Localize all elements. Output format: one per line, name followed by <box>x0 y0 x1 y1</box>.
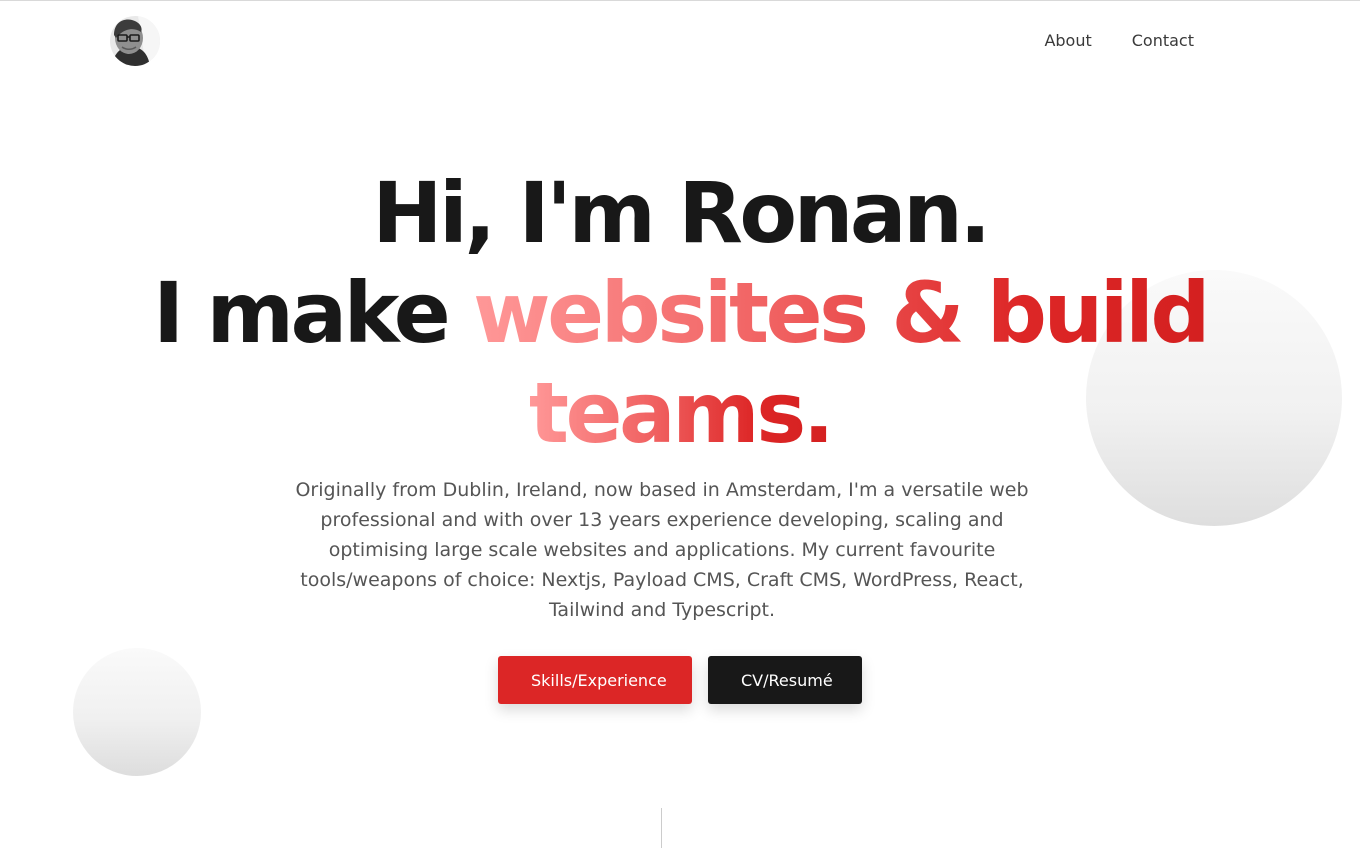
headline-prefix: I make <box>152 264 473 362</box>
section-divider <box>661 808 662 848</box>
profile-photo-icon <box>110 16 160 66</box>
main-nav: About Contact <box>1044 31 1194 51</box>
hero-intro: Originally from Dublin, Ireland, now bas… <box>295 479 1029 621</box>
hero-headline: Hi, I'm Ronan. I make websites & build t… <box>0 163 1360 463</box>
headline-accent-line2: websites & build <box>473 264 1211 362</box>
headline-greeting: Hi, I'm Ronan. <box>372 164 991 262</box>
avatar[interactable] <box>110 16 160 66</box>
nav-link-about[interactable]: About <box>1044 31 1091 51</box>
headline-accent-line3: teams. <box>528 364 835 462</box>
site-header: About Contact <box>0 0 1360 82</box>
nav-link-contact[interactable]: Contact <box>1132 31 1194 51</box>
hero-buttons: Skills/Experience CV/Resumé <box>0 656 1360 704</box>
cv-resume-button[interactable]: CV/Resumé <box>708 656 862 704</box>
skills-experience-button[interactable]: Skills/Experience <box>498 656 692 704</box>
